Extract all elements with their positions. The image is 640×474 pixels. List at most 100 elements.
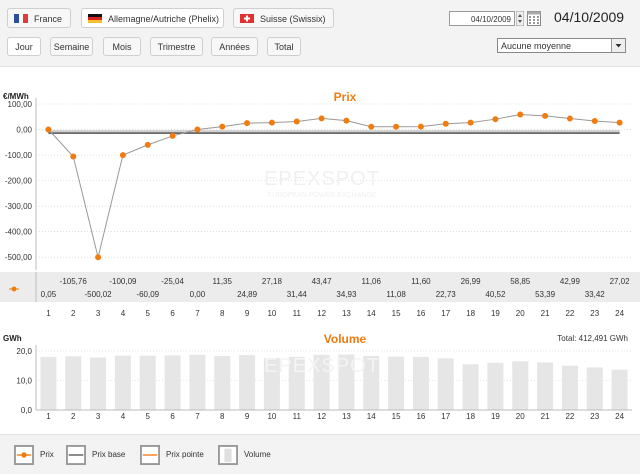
volume-x-tick-label: 17 <box>441 412 450 421</box>
price-x-tick-label: 9 <box>245 309 250 318</box>
legend-label-prix-pointe: Prix pointe <box>166 450 204 459</box>
price-x-tick-label: 19 <box>491 309 500 318</box>
tab-period-1[interactable]: Semaine <box>50 37 93 56</box>
volume-x-tick-label: 2 <box>71 412 76 421</box>
price-point <box>492 116 499 123</box>
volume-y-tick-label: 0,0 <box>21 406 33 415</box>
volume-bar <box>139 355 156 410</box>
legend-item-prix[interactable]: Prix <box>14 445 74 465</box>
tab-period-5[interactable]: Total <box>267 37 301 56</box>
price-point <box>70 153 77 160</box>
volume-bar <box>40 356 57 410</box>
volume-legend-icon <box>218 445 238 465</box>
price-point <box>169 132 176 139</box>
price-data-label: 27,18 <box>262 277 283 286</box>
chart-legend: Prix Prix base Prix pointe Volume <box>0 434 640 474</box>
legend-label-prix-base: Prix base <box>92 450 126 459</box>
tab-market-1[interactable]: Allemagne/Autriche (Phelix) <box>81 8 224 28</box>
volume-x-tick-label: 21 <box>541 412 550 421</box>
price-x-tick-label: 17 <box>441 309 450 318</box>
volume-bar <box>388 356 405 410</box>
volume-x-tick-label: 8 <box>220 412 225 421</box>
price-point <box>517 111 524 118</box>
volume-bar <box>214 356 231 410</box>
volume-bar <box>239 355 256 410</box>
volume-x-tick-label: 22 <box>565 412 574 421</box>
average-select-value: Aucune moyenne <box>501 41 572 51</box>
price-x-tick-label: 11 <box>293 309 302 318</box>
tab-period-2[interactable]: Mois <box>103 37 141 56</box>
price-point <box>591 118 598 125</box>
volume-x-tick-label: 24 <box>615 412 624 421</box>
calendar-icon[interactable] <box>527 10 541 26</box>
price-point <box>144 141 151 148</box>
volume-x-tick-label: 9 <box>245 412 250 421</box>
volume-x-tick-label: 5 <box>146 412 151 421</box>
price-data-label: -60,09 <box>136 290 159 299</box>
volume-unit-label: GWh <box>3 334 22 343</box>
volume-bar <box>611 369 628 410</box>
volume-total: Total: 412,491 GWh <box>557 334 628 343</box>
date-input[interactable]: 04/10/2009 <box>449 11 515 26</box>
switzerland-flag-icon <box>240 14 254 23</box>
price-point <box>442 120 449 127</box>
price-x-tick-label: 1 <box>46 309 51 318</box>
tab-period-3[interactable]: Trimestre <box>150 37 203 56</box>
germany-flag-icon <box>88 14 102 23</box>
tab-period-0[interactable]: Jour <box>7 37 41 56</box>
volume-bar <box>586 367 603 410</box>
tab-market-label: Allemagne/Autriche (Phelix) <box>108 14 220 24</box>
epex-watermark-tagline: EUROPEAN POWER EXCHANGE <box>268 192 377 199</box>
volume-x-tick-label: 10 <box>267 412 276 421</box>
chart-area: Prix €/MWh 100,00 0,00 -100,00 -200,00 -300,00… <box>0 67 640 432</box>
volume-x-tick-label: 19 <box>491 412 500 421</box>
volume-x-tick-label: 23 <box>590 412 599 421</box>
price-point <box>417 123 424 130</box>
prix-base-legend-icon <box>66 445 86 465</box>
prix-pointe-legend-icon <box>140 445 160 465</box>
volume-x-tick-label: 1 <box>46 412 51 421</box>
price-x-tick-label: 2 <box>71 309 76 318</box>
price-y-tick-label: 100,00 <box>8 100 33 109</box>
volume-y-tick-label: 20,0 <box>16 347 32 356</box>
legend-label-prix: Prix <box>40 450 54 459</box>
price-y-tick-label: 0,00 <box>16 126 32 135</box>
tab-period-4[interactable]: Années <box>211 37 258 56</box>
price-data-label: 11,60 <box>411 277 431 286</box>
price-y-tick-label: -200,00 <box>5 177 33 186</box>
price-data-label: -500,02 <box>85 290 113 299</box>
chevron-down-icon[interactable] <box>611 39 625 52</box>
prix-legend-icon <box>14 445 34 465</box>
volume-watermark-logo: EPEXSPOT <box>264 355 380 377</box>
legend-label-volume: Volume <box>244 450 271 459</box>
price-x-tick-label: 3 <box>96 309 101 318</box>
average-select[interactable]: Aucune moyenne <box>497 38 626 53</box>
price-data-label: 11,08 <box>386 290 406 299</box>
date-spinner-icon[interactable] <box>516 11 524 26</box>
price-data-label: 0,05 <box>41 290 57 299</box>
legend-item-prix-base[interactable]: Prix base <box>66 445 146 465</box>
price-data-label: 11,06 <box>362 277 382 286</box>
price-point <box>343 117 350 124</box>
legend-item-prix-pointe[interactable]: Prix pointe <box>140 445 220 465</box>
volume-chart-title: Volume <box>324 332 367 346</box>
price-data-label: 34,93 <box>336 290 357 299</box>
tab-market-2[interactable]: Suisse (Swissix) <box>233 8 334 28</box>
price-x-tick-label: 13 <box>342 309 351 318</box>
tab-market-0[interactable]: France <box>7 8 71 28</box>
price-point <box>566 115 573 122</box>
price-point <box>293 118 300 125</box>
price-point <box>219 123 226 130</box>
volume-bar <box>462 364 479 410</box>
price-point <box>119 152 126 159</box>
volume-x-tick-label: 14 <box>367 412 376 421</box>
price-x-tick-label: 12 <box>317 309 326 318</box>
volume-x-tick-label: 18 <box>466 412 475 421</box>
price-data-label: 0,00 <box>190 290 206 299</box>
price-x-tick-label: 15 <box>392 309 401 318</box>
price-x-tick-label: 7 <box>195 309 200 318</box>
volume-bar <box>412 356 429 410</box>
legend-item-volume[interactable]: Volume <box>218 445 288 465</box>
price-x-tick-label: 4 <box>121 309 126 318</box>
price-data-label: -105,76 <box>60 277 88 286</box>
